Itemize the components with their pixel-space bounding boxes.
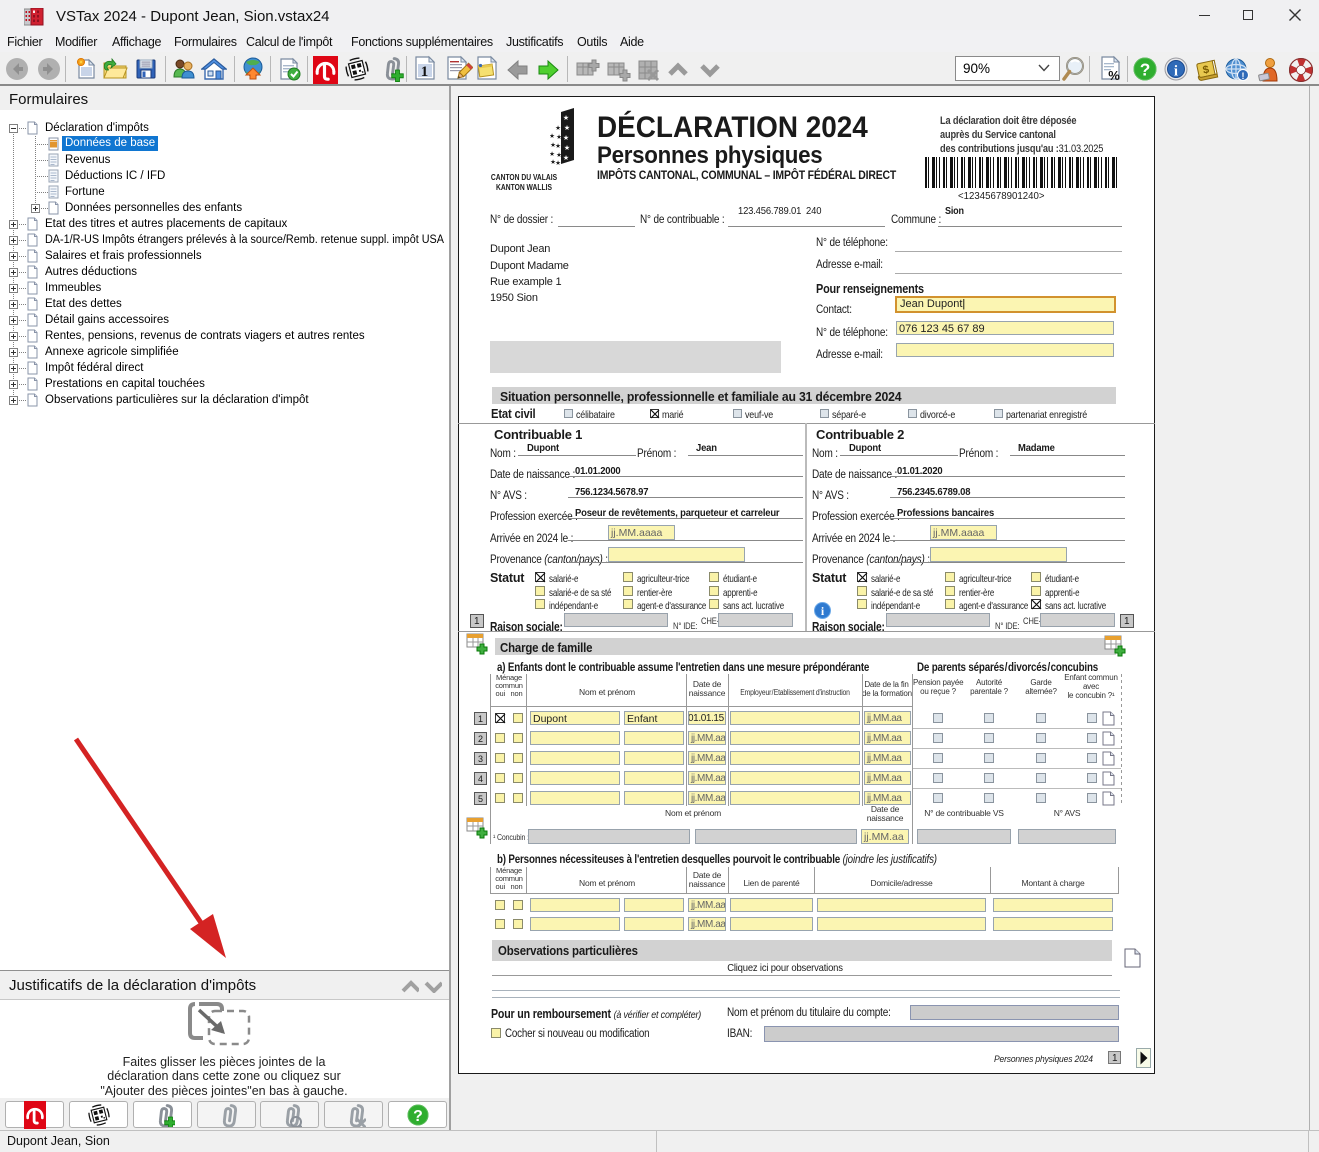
svg-text:i: i xyxy=(1174,64,1178,80)
svg-text:★: ★ xyxy=(564,124,570,132)
svg-text:★: ★ xyxy=(556,133,562,141)
svg-text:★: ★ xyxy=(550,150,555,158)
svg-text:?: ? xyxy=(1140,59,1151,79)
svg-text:★: ★ xyxy=(550,158,556,166)
svg-text:★: ★ xyxy=(550,141,556,149)
svg-text:★: ★ xyxy=(563,154,569,162)
svg-text:!: ! xyxy=(1242,71,1245,81)
svg-text:★: ★ xyxy=(556,151,562,159)
svg-text:★: ★ xyxy=(555,124,561,132)
svg-text:★: ★ xyxy=(555,142,561,150)
svg-text:★: ★ xyxy=(563,134,569,142)
svg-text:★: ★ xyxy=(550,132,555,140)
svg-text:%: % xyxy=(1108,68,1120,83)
svg-text:★: ★ xyxy=(555,159,561,167)
svg-text:★: ★ xyxy=(564,144,570,152)
svg-text:1: 1 xyxy=(421,64,429,80)
svg-text:★: ★ xyxy=(563,114,569,122)
svg-text:?: ? xyxy=(413,1107,423,1124)
